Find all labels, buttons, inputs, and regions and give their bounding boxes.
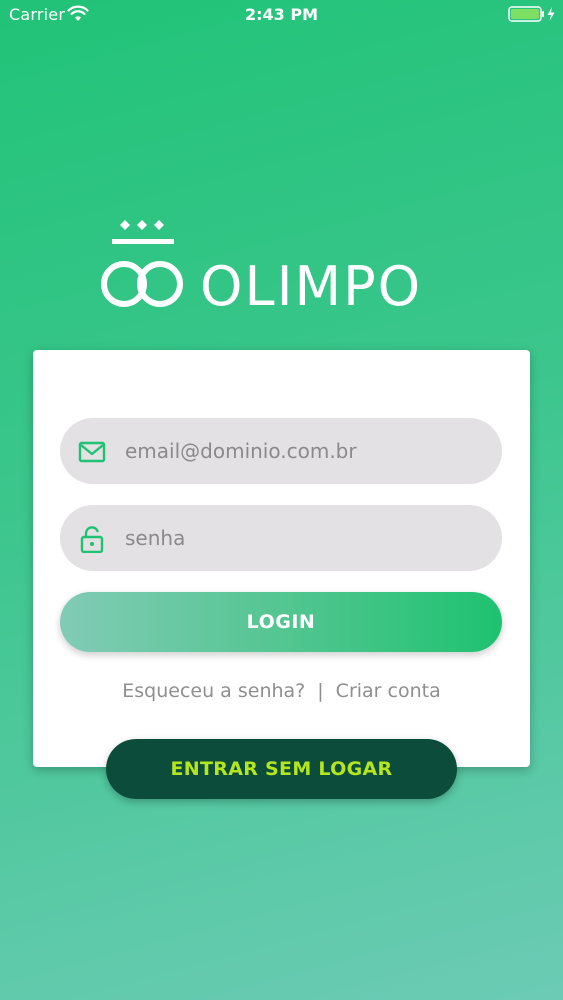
forgot-password-link[interactable]: Esqueceu a senha?	[122, 680, 305, 702]
login-button[interactable]: LOGIN	[60, 592, 502, 652]
lock-icon	[80, 526, 104, 553]
links-separator: |	[317, 680, 324, 702]
envelope-icon	[78, 441, 106, 463]
account-links: Esqueceu a senha? | Criar conta	[33, 680, 530, 702]
enter-without-login-button[interactable]: ENTRAR SEM LOGAR	[106, 739, 457, 799]
password-field[interactable]	[60, 505, 502, 571]
logo-text: OLIMPO	[200, 255, 423, 318]
clock: 2:43 PM	[244, 5, 318, 24]
password-input[interactable]	[125, 505, 485, 571]
create-account-link[interactable]: Criar conta	[336, 680, 441, 702]
status-bar: Carrier 2:43 PM	[0, 0, 563, 30]
login-card: LOGIN Esqueceu a senha? | Criar conta	[33, 350, 530, 767]
email-field[interactable]	[60, 418, 502, 484]
rings-crown-emblem-icon	[101, 220, 183, 307]
olimpo-logo: OLIMPO	[100, 220, 462, 317]
battery-charging-icon	[508, 6, 555, 22]
email-input[interactable]	[125, 418, 485, 484]
